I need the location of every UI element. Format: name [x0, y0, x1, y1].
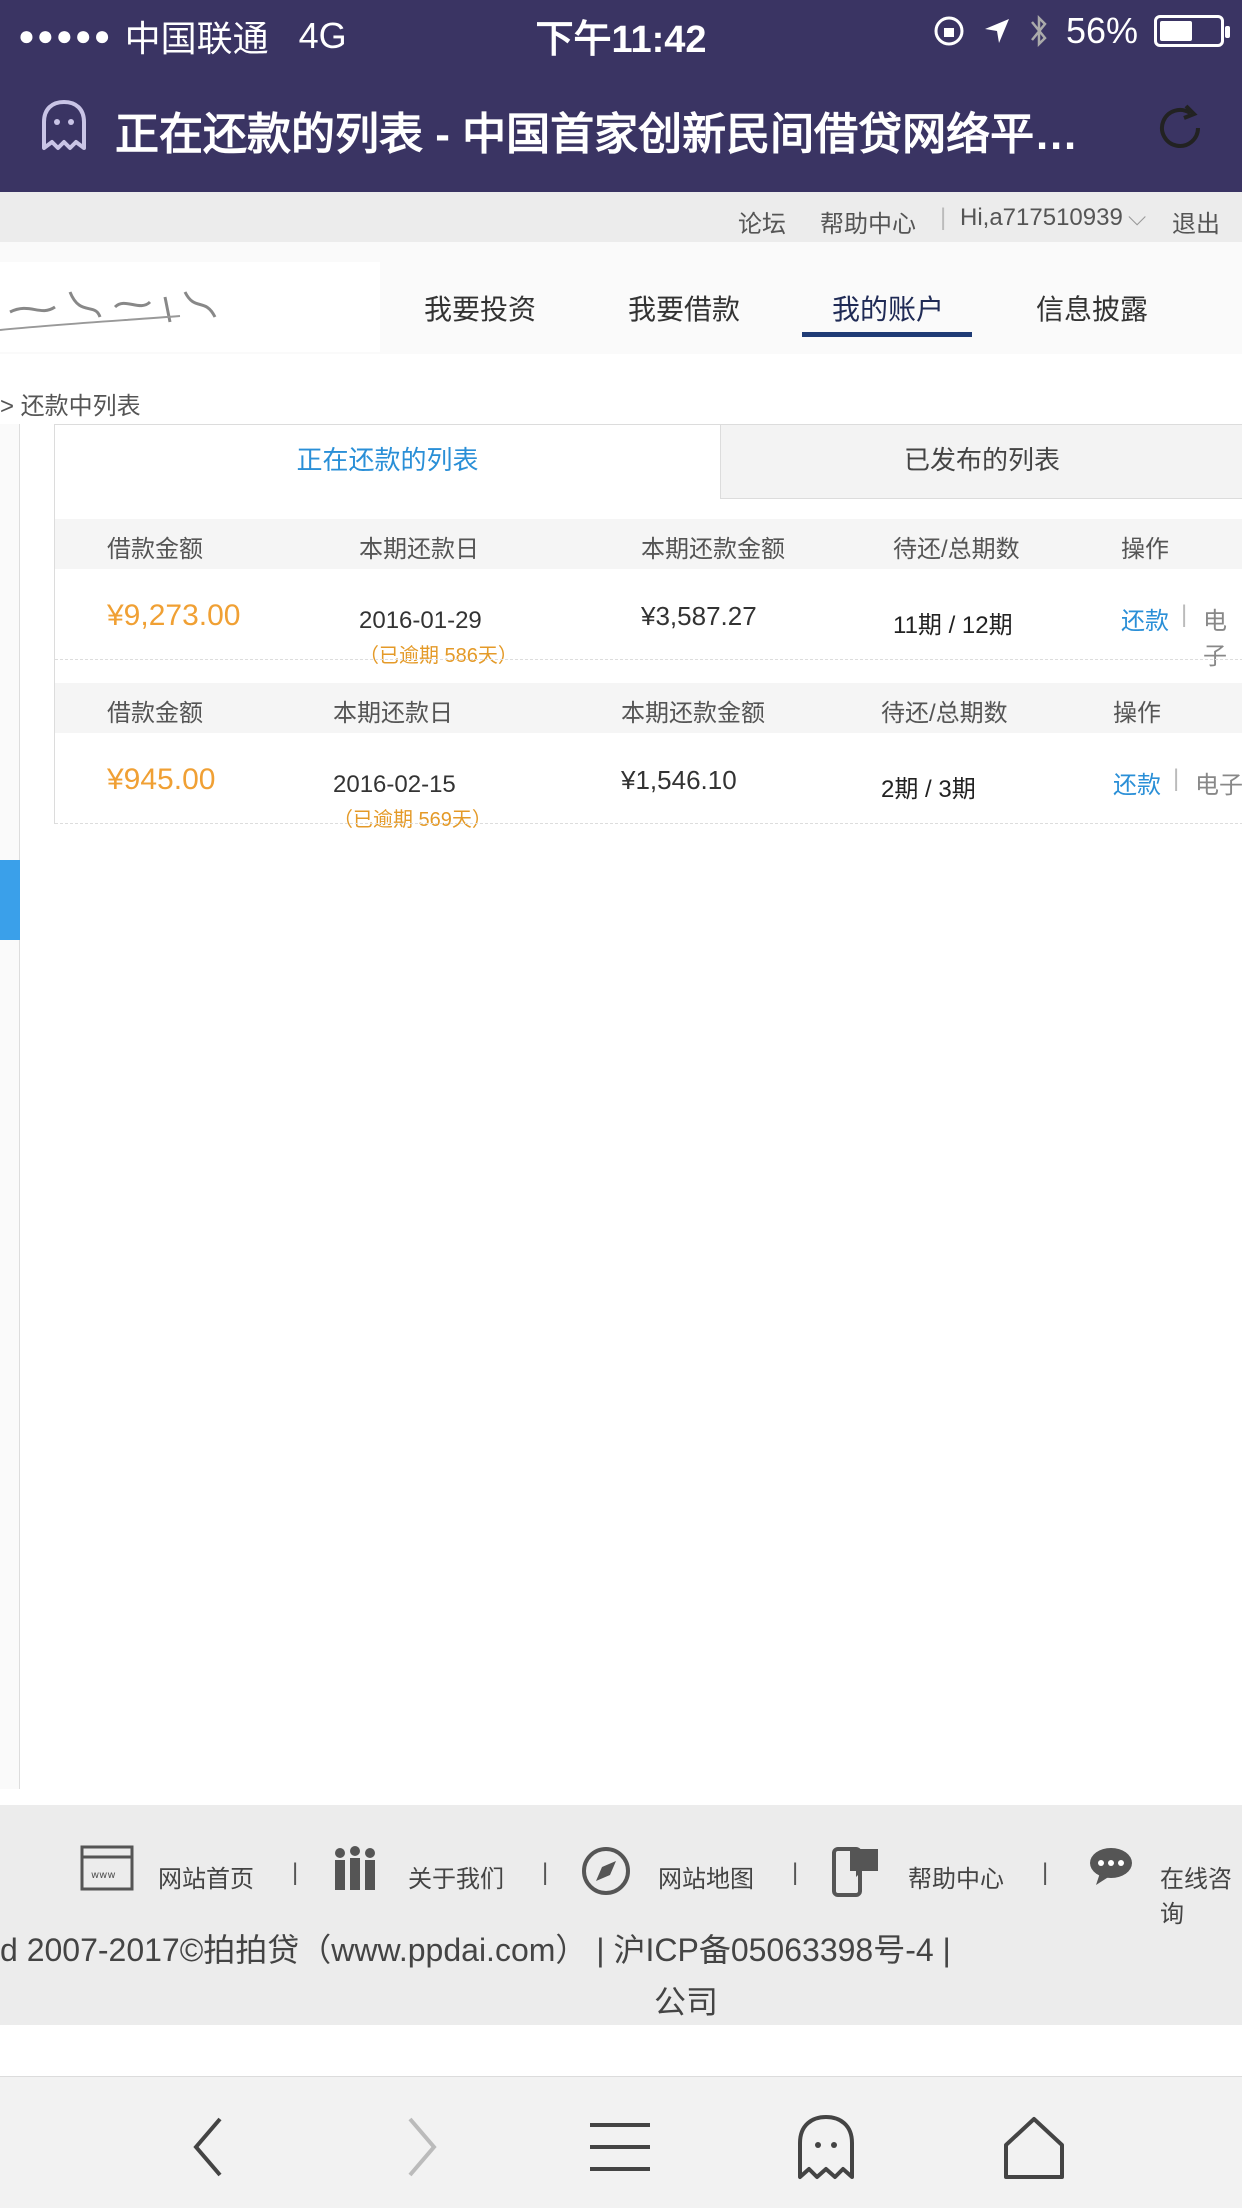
footer-home-link[interactable]: 网站首页 [158, 1859, 254, 1894]
header-action: 操作 [1113, 700, 1161, 727]
breadcrumb: > 还款中列表 [0, 393, 141, 420]
help-center-link[interactable]: 帮助中心 [820, 204, 916, 239]
brand-logo[interactable] [0, 262, 380, 352]
nav-item-my-account[interactable]: 我的账户 [832, 288, 944, 328]
page-title: 正在还款的列表 - 中国首家创新民间借贷网络平… [115, 110, 1079, 159]
rotation-lock-icon [934, 16, 964, 46]
bluetooth-icon [1030, 14, 1047, 48]
browser-title-bar: 正在还款的列表 - 中国首家创新民间借贷网络平… [0, 62, 1242, 192]
repayment-panel: 正在还款的列表 已发布的列表 借款金额 本期还款日 本期还款金额 待还/总期数 … [54, 424, 1242, 845]
due-date: 2016-02-15 [333, 771, 456, 798]
forward-icon[interactable] [380, 2107, 460, 2187]
header-action: 操作 [1121, 536, 1169, 563]
ghost-logo-icon [42, 100, 86, 150]
row-divider [55, 659, 1242, 660]
menu-icon[interactable] [580, 2107, 660, 2187]
phone-chat-icon [832, 1847, 878, 1897]
main-nav: 我要投资 我要借款 我的账户 信息披露 [0, 242, 1242, 354]
user-menu[interactable]: Hi,a717510939 [960, 204, 1123, 232]
loan-amount: ¥9,273.00 [107, 599, 241, 632]
footer-links: www 网站首页 | 关于我们 | 网站地图 | 帮助中心 | 在线咨询 [0, 1841, 1242, 1928]
site-footer: www 网站首页 | 关于我们 | 网站地图 | 帮助中心 | 在线咨询 d 2… [0, 1805, 1242, 2079]
people-icon [335, 1846, 375, 1890]
calligraphy-logo-icon [0, 291, 217, 331]
period-amount: ¥3,587.27 [641, 601, 757, 631]
table-row: ¥945.00 2016-02-15 （已逾期 569天） ¥1,546.10 … [55, 733, 1242, 845]
battery-icon [1154, 15, 1230, 47]
separator: | [1173, 765, 1180, 792]
footer-about-link[interactable]: 关于我们 [408, 1859, 504, 1894]
chevron-down-icon[interactable]: ⌵ [1128, 204, 1146, 232]
compass-icon [582, 1847, 630, 1895]
separator: | [292, 1859, 299, 1886]
footer-white-strip [380, 2031, 1242, 2079]
header-loan-amount: 借款金额 [107, 700, 203, 727]
logout-link[interactable]: 退出 [1172, 204, 1220, 239]
separator: | [940, 204, 947, 231]
status-bar: ●●●●● 中国联通 4G 下午11:42 56% [0, 0, 1242, 62]
back-icon[interactable] [170, 2107, 250, 2187]
table-header: 借款金额 本期还款日 本期还款金额 待还/总期数 操作 [55, 683, 1242, 733]
repay-link[interactable]: 还款 [1113, 765, 1161, 800]
nav-item-disclosure[interactable]: 信息披露 [1036, 288, 1148, 328]
header-due-date: 本期还款日 [333, 700, 453, 727]
footer-sitemap-link[interactable]: 网站地图 [658, 1859, 754, 1894]
due-date: 2016-01-29 [359, 607, 482, 634]
overdue-days: （已逾期 569天） [333, 809, 492, 831]
home-icon[interactable] [994, 2107, 1074, 2187]
table-header: 借款金额 本期还款日 本期还款金额 待还/总期数 操作 [55, 519, 1242, 569]
active-nav-underline [802, 332, 972, 337]
table-row: ¥9,273.00 2016-01-29 （已逾期 586天） ¥3,587.2… [55, 569, 1242, 681]
company-text: 公司 [654, 1984, 719, 2020]
location-arrow-icon [984, 19, 1009, 43]
tab-published[interactable]: 已发布的列表 [720, 425, 1242, 499]
period-amount: ¥1,546.10 [621, 765, 737, 795]
sidebar-active-indicator [0, 860, 20, 940]
reload-icon[interactable] [1152, 100, 1208, 156]
nav-item-invest[interactable]: 我要投资 [424, 288, 536, 328]
loan-amount: ¥945.00 [107, 763, 216, 796]
repay-link[interactable]: 还款 [1121, 601, 1169, 636]
e-contract-link[interactable]: 电子 [1203, 601, 1242, 671]
left-sidebar [0, 424, 20, 1789]
ghost-tab-icon[interactable] [786, 2107, 866, 2187]
chat-bubble-icon [1090, 1848, 1132, 1885]
periods: 11期 / 12期 [893, 612, 1013, 639]
website-icon: www [80, 1845, 134, 1891]
footer-help-link[interactable]: 帮助中心 [908, 1859, 1004, 1894]
copyright: d 2007-2017©拍拍贷（www.ppdai.com） | 沪ICP备05… [0, 1932, 951, 1968]
nav-item-borrow[interactable]: 我要借款 [628, 288, 740, 328]
header-loan-amount: 借款金额 [107, 536, 203, 563]
battery-fill [1160, 21, 1193, 41]
e-contract-link[interactable]: 电子 [1195, 765, 1242, 800]
browser-toolbar [0, 2076, 1242, 2208]
separator: | [1181, 601, 1188, 628]
header-period-amount: 本期还款金额 [641, 536, 785, 563]
header-due-date: 本期还款日 [359, 536, 479, 563]
separator: | [1042, 1859, 1049, 1886]
periods: 2期 / 3期 [881, 776, 976, 803]
header-periods: 待还/总期数 [881, 700, 1008, 727]
forum-link[interactable]: 论坛 [738, 204, 786, 239]
separator: | [792, 1859, 799, 1886]
battery-percent: 56% [1065, 10, 1138, 51]
top-links-bar: 论坛 帮助中心 | Hi,a717510939 ⌵ 退出 [0, 192, 1242, 242]
separator: | [542, 1859, 549, 1886]
svg-text:www: www [91, 1870, 116, 1881]
header-period-amount: 本期还款金额 [621, 700, 765, 727]
tab-repaying[interactable]: 正在还款的列表 [55, 425, 720, 499]
footer-online-consult-link[interactable]: 在线咨询 [1160, 1859, 1242, 1929]
tabs: 正在还款的列表 已发布的列表 [55, 425, 1242, 499]
header-periods: 待还/总期数 [893, 536, 1020, 563]
row-divider [55, 823, 1242, 824]
overdue-days: （已逾期 586天） [359, 645, 518, 667]
